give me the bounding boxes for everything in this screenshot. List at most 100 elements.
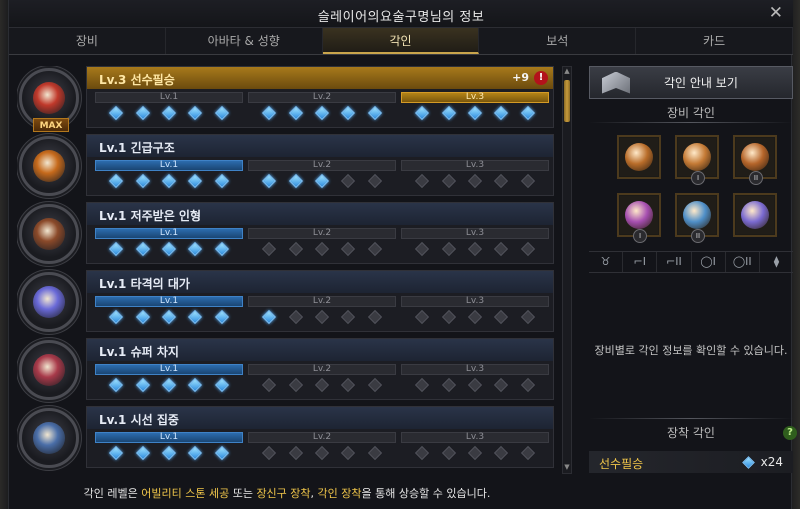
- engraving-header: Lv.1 저주받은 인형: [87, 203, 553, 225]
- slot-type-icon[interactable]: ⌐II: [657, 252, 692, 272]
- engraving-title: Lv.1 슈퍼 차지: [99, 345, 179, 359]
- close-icon[interactable]: ✕: [769, 3, 783, 23]
- tab-4[interactable]: 카드: [636, 28, 793, 54]
- tab-1[interactable]: 아바타 & 성향: [166, 28, 323, 54]
- footnote-mid1: 또는: [229, 487, 257, 500]
- gem-icon: [161, 105, 177, 121]
- earring-1-slot[interactable]: I: [675, 135, 719, 185]
- earring-2-slot[interactable]: II: [733, 135, 777, 185]
- scroll-down-icon[interactable]: ▼: [562, 462, 572, 472]
- gem-icon: [188, 377, 203, 393]
- level-segment: Lv.2: [248, 364, 396, 397]
- level-bar: Lv.1: [95, 92, 243, 103]
- scroll-up-icon[interactable]: ▲: [562, 66, 572, 76]
- footnote: 각인 레벨은 어빌리티 스톤 세공 또는 장신구 장착, 각인 장착을 통해 상…: [17, 485, 557, 501]
- gem-icon: [188, 241, 203, 257]
- engraving-emblem-icon: [33, 218, 65, 250]
- warning-icon[interactable]: !: [534, 71, 548, 85]
- gem-icon: [161, 173, 177, 189]
- slot-tier-badge: I: [633, 229, 647, 243]
- gem-icon: [341, 445, 356, 461]
- slot-type-icon[interactable]: ◯II: [726, 252, 760, 272]
- slot-type-icon[interactable]: ⧫: [760, 252, 793, 272]
- gem-icon: [520, 241, 535, 257]
- slot-type-icon[interactable]: ♉: [589, 252, 624, 272]
- footnote-highlight-engraving-equip: 각인 장착: [317, 487, 362, 500]
- gem-icon: [135, 105, 150, 121]
- gem-icon: [135, 241, 150, 257]
- engraving-row[interactable]: Lv.1 저주받은 인형 Lv.1 Lv.2 Lv.3: [17, 202, 557, 264]
- gem-icon: [109, 377, 124, 393]
- equipped-engraving-name: 선수필승: [599, 457, 644, 471]
- level-bar: Lv.1: [95, 432, 243, 443]
- gem-icon: [135, 445, 150, 461]
- ring-2-slot[interactable]: II: [675, 193, 719, 243]
- engraving-row[interactable]: Lv.1 긴급구조 Lv.1 Lv.2 Lv.3: [17, 134, 557, 196]
- title-bar[interactable]: 슬레이어의요술구명님의 정보 ✕: [9, 0, 793, 28]
- tab-bar: 장비 아바타 & 성향 각인 보석 카드: [9, 28, 793, 55]
- engraving-guide-button[interactable]: 각인 안내 보기: [589, 66, 793, 99]
- right-panel: 각인 안내 보기 장비 각인 I II I II ♉ ⌐I ⌐II ◯I ◯II ⧫ 장비별로 …: [589, 66, 797, 474]
- engraving-row[interactable]: Lv.1 시선 집중 Lv.1 Lv.2 Lv.3: [17, 406, 557, 468]
- divider: [589, 122, 793, 123]
- gem-icon: [161, 377, 177, 393]
- help-icon[interactable]: ?: [783, 426, 797, 440]
- scrollbar[interactable]: [562, 66, 572, 474]
- gem-icon: [494, 105, 509, 121]
- level-bar: Lv.2: [248, 92, 396, 103]
- level-segment: Lv.2: [248, 296, 396, 329]
- divider: [589, 418, 793, 419]
- level-segment: Lv.3: [401, 160, 549, 193]
- window-title: 슬레이어의요술구명님의 정보: [317, 10, 485, 25]
- slot-tier-badge: I: [691, 171, 705, 185]
- stone-slot[interactable]: [733, 193, 777, 237]
- gem-icon: [109, 241, 124, 257]
- gem-icon: [161, 241, 177, 257]
- scroll-thumb[interactable]: [564, 80, 570, 122]
- tab-3[interactable]: 보석: [479, 28, 637, 54]
- gem-icon: [262, 377, 277, 393]
- gem-icon: [467, 105, 483, 121]
- gem-icon: [341, 241, 356, 257]
- gem-icon: [367, 173, 382, 189]
- accessory-item-icon: [625, 201, 653, 229]
- gem-icon: [367, 445, 382, 461]
- engraving-header: Lv.1 시선 집중: [87, 407, 553, 429]
- gem-icon: [520, 309, 535, 325]
- engraving-row[interactable]: Lv.1 타격의 대가 Lv.1 Lv.2 Lv.3: [17, 270, 557, 332]
- slot-tier-badge: II: [749, 171, 763, 185]
- tab-2[interactable]: 각인: [322, 28, 480, 54]
- gem-icon: [467, 377, 483, 393]
- gem-icon: [188, 445, 203, 461]
- level-bar: Lv.3: [401, 364, 549, 375]
- level-bar: Lv.3: [401, 160, 549, 171]
- ring-1-slot[interactable]: I: [617, 193, 661, 243]
- footnote-highlight-ability-stone: 어빌리티 스톤 세공: [141, 487, 230, 500]
- gem-icon: [214, 105, 229, 121]
- gem-icon: [341, 105, 356, 121]
- gem-icon: [214, 309, 229, 325]
- gem-icon: [494, 309, 509, 325]
- footnote-mid2: ,: [310, 487, 318, 500]
- gem-icon: [214, 377, 229, 393]
- gem-icon: [135, 173, 150, 189]
- engraving-row[interactable]: Lv.1 슈퍼 차지 Lv.1 Lv.2 Lv.3: [17, 338, 557, 400]
- level-segment: Lv.2: [248, 432, 396, 465]
- gem-icon: [288, 309, 303, 325]
- accessory-item-icon: [741, 143, 769, 171]
- footnote-prefix: 각인 레벨은: [83, 487, 142, 500]
- level-segment: Lv.1: [95, 92, 243, 125]
- tab-0[interactable]: 장비: [9, 28, 166, 54]
- gem-icon: [188, 173, 203, 189]
- slot-type-icon[interactable]: ◯I: [692, 252, 726, 272]
- engraving-title: Lv.1 시선 집중: [99, 413, 179, 427]
- gem-icon: [441, 445, 456, 461]
- slot-type-icon[interactable]: ⌐I: [623, 252, 658, 272]
- engraving-portrait: [19, 204, 79, 264]
- gem-icon: [214, 445, 229, 461]
- gem-icon: [415, 377, 430, 393]
- gem-icon: [467, 173, 483, 189]
- engraving-row[interactable]: MAX Lv.3 선수필승 +9! Lv.1 Lv.2 Lv.3: [17, 66, 557, 132]
- level-bar: Lv.2: [248, 364, 396, 375]
- necklace-slot[interactable]: [617, 135, 661, 179]
